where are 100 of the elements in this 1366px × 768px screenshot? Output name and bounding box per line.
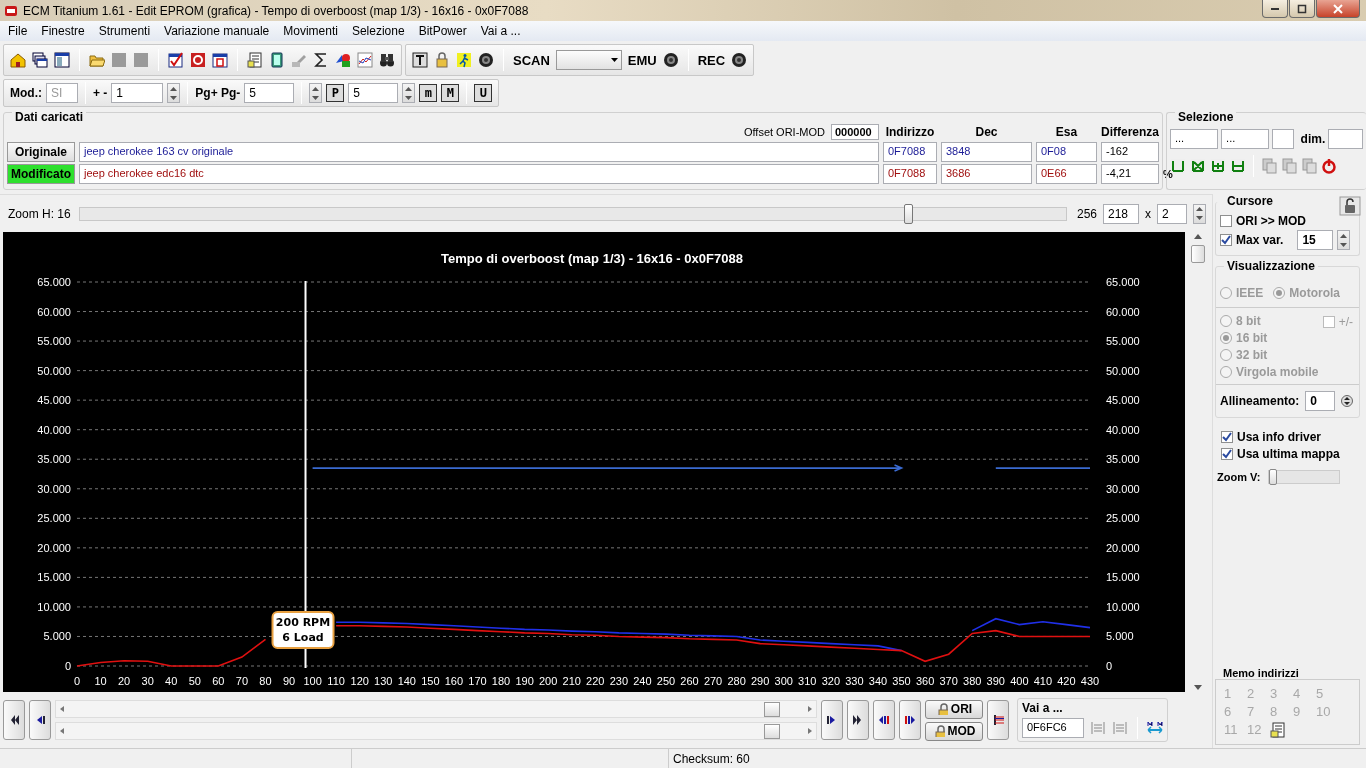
x-axis-label: 250 bbox=[656, 675, 676, 687]
x-axis-label: 280 bbox=[727, 675, 746, 687]
p-key[interactable]: P bbox=[326, 84, 345, 102]
x-axis-label: 60 bbox=[212, 675, 225, 687]
column-header: Esa bbox=[1054, 125, 1079, 139]
x-axis-label: 140 bbox=[397, 675, 416, 687]
y-axis-label: 55.000 bbox=[1106, 335, 1140, 348]
step-field[interactable]: 1 bbox=[111, 83, 164, 103]
option-label: 32 bit bbox=[1236, 347, 1268, 362]
y-axis-label: 65.000 bbox=[1106, 276, 1140, 288]
x-axis-label: 340 bbox=[868, 675, 888, 687]
x-axis-label: 220 bbox=[586, 675, 605, 687]
mod-lock-button[interactable]: MOD bbox=[925, 721, 983, 741]
y-axis-label: 20.000 bbox=[37, 541, 71, 554]
option-label: +/- bbox=[1338, 314, 1353, 329]
emu-label: EMU bbox=[627, 52, 657, 68]
group-title: Visualizzazione bbox=[1224, 259, 1318, 273]
y-axis-label: 0 bbox=[1106, 660, 1113, 672]
y-axis-label: 45.000 bbox=[37, 394, 71, 407]
x-axis-label: 70 bbox=[235, 675, 249, 687]
x-axis-label: 310 bbox=[798, 675, 817, 687]
y-axis-label: 60.000 bbox=[37, 305, 71, 318]
ori-lock-button[interactable]: ORI bbox=[925, 699, 983, 719]
key-button[interactable]: m bbox=[419, 84, 438, 102]
x-axis-label: 120 bbox=[350, 675, 369, 687]
menu-item[interactable]: File bbox=[1, 24, 35, 38]
y-axis-label: 55.000 bbox=[37, 335, 71, 348]
file-button[interactable]: Originale bbox=[7, 142, 75, 162]
y-axis-label: 10.000 bbox=[1106, 600, 1140, 613]
x-axis-label: 80 bbox=[259, 675, 272, 687]
x-axis-label: 90 bbox=[282, 675, 296, 687]
option-label: Max var. bbox=[1236, 233, 1284, 247]
scan-label: SCAN bbox=[513, 52, 550, 68]
y-axis-label: 15.000 bbox=[1106, 571, 1140, 584]
menu-item[interactable]: Vai a ... bbox=[473, 24, 528, 38]
rec-label: REC bbox=[697, 52, 726, 68]
menu-item[interactable]: BitPower bbox=[411, 24, 474, 38]
x-axis-label: 10 bbox=[94, 675, 107, 687]
tooltip-text: 200 RPM bbox=[275, 616, 331, 629]
x-axis-label: 190 bbox=[515, 675, 534, 687]
key-button[interactable]: M bbox=[441, 84, 460, 102]
offset-label: Offset ORI-MOD bbox=[743, 126, 825, 138]
selection-field[interactable]: ... bbox=[1221, 129, 1270, 149]
x-axis-label: 30 bbox=[141, 675, 154, 687]
y-axis-label: 50.000 bbox=[37, 364, 71, 377]
difference-field: -4,21 bbox=[1101, 164, 1159, 184]
x-axis-label: 110 bbox=[327, 675, 345, 687]
menu-item[interactable]: Movimenti bbox=[276, 24, 345, 38]
factor-field[interactable]: 2 bbox=[1157, 203, 1187, 224]
menu-item[interactable]: Variazione manuale bbox=[157, 24, 277, 38]
menu-item[interactable]: Finestre bbox=[34, 24, 92, 38]
x-axis-label: 380 bbox=[963, 675, 982, 687]
x-axis-label: 40 bbox=[165, 675, 178, 687]
hex-field: 0E66 bbox=[1036, 164, 1097, 184]
menu-item[interactable]: Strumenti bbox=[91, 24, 158, 38]
group-title: Cursore bbox=[1224, 194, 1276, 208]
option-label: ORI >> MOD bbox=[1236, 213, 1306, 228]
x-axis-label: 390 bbox=[986, 675, 1005, 687]
x-axis-label: 320 bbox=[821, 675, 841, 687]
x-axis-label: 230 bbox=[609, 675, 628, 687]
menu-item[interactable]: Selezione bbox=[344, 24, 412, 38]
x-axis-label: 350 bbox=[892, 675, 911, 687]
x-axis-label: 170 bbox=[468, 675, 487, 687]
page-field[interactable]: 5 bbox=[244, 83, 295, 103]
x-axis-label: 400 bbox=[1010, 675, 1029, 687]
times-label: x bbox=[1145, 206, 1151, 221]
y-axis-label: 20.000 bbox=[1106, 541, 1140, 554]
chart-title: Tempo di overboost (map 1/3) - 16x16 - 0x0F7088 bbox=[441, 251, 743, 266]
y-axis-label: 0 bbox=[64, 660, 71, 672]
x-axis-label: 260 bbox=[680, 675, 699, 687]
file-button[interactable]: Modificato bbox=[7, 164, 75, 184]
y-axis-label: 65.000 bbox=[37, 276, 71, 288]
selection-field[interactable]: ... bbox=[1170, 129, 1219, 149]
y-axis-label: 40.000 bbox=[1106, 423, 1140, 436]
value-field[interactable]: 15 bbox=[1297, 230, 1334, 250]
x-axis-label: 100 bbox=[303, 675, 322, 687]
key-button[interactable]: U bbox=[474, 84, 493, 102]
x-axis-label: 160 bbox=[444, 675, 464, 687]
mod-field: SI bbox=[46, 83, 78, 103]
x-axis-label: 330 bbox=[845, 675, 864, 687]
y-axis-label: 15.000 bbox=[37, 571, 71, 584]
goto-title: Vai a ... bbox=[1022, 701, 1064, 715]
y-axis-label: 35.000 bbox=[37, 453, 71, 466]
y-axis-label: 60.000 bbox=[1106, 305, 1140, 318]
p-field[interactable]: 5 bbox=[348, 83, 399, 103]
x-axis-label: 180 bbox=[491, 675, 511, 687]
file-name-field: jeep cherokee edc16 dtc bbox=[79, 164, 879, 184]
page-label: Pg+ Pg- bbox=[195, 86, 241, 100]
address-field: 0F7088 bbox=[883, 164, 937, 184]
goto-field[interactable]: 0F6FC6 bbox=[1022, 718, 1084, 738]
offset-field: 000000 bbox=[831, 124, 879, 140]
column-header: Indirizzo bbox=[884, 125, 936, 139]
alignment-label: Allineamento: bbox=[1220, 394, 1300, 408]
width-field[interactable]: 218 bbox=[1103, 203, 1139, 224]
x-axis-label: 420 bbox=[1057, 675, 1076, 687]
x-axis-label: 20 bbox=[118, 675, 131, 687]
option-label: 16 bit bbox=[1236, 330, 1268, 345]
column-header: Differenza bbox=[1101, 125, 1159, 139]
decimal-field: 3848 bbox=[941, 142, 1032, 162]
decimal-field: 3686 bbox=[941, 164, 1032, 184]
